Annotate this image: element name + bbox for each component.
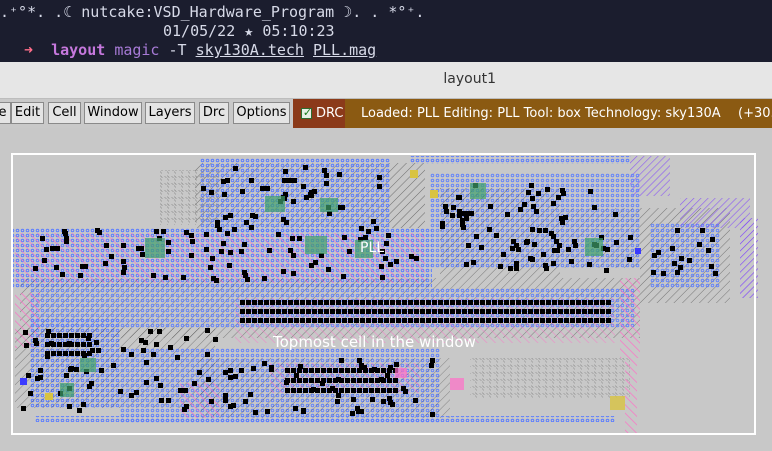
cell-bounding-box[interactable] [11,153,756,435]
drc-toggle-label: DRC [316,106,344,121]
cell-name-label: PLL [360,240,385,256]
menu-window[interactable]: Window [84,102,142,124]
prompt-arrow-icon: ➜ [24,41,34,59]
window-titlebar[interactable]: layout1 [0,62,772,99]
menu-drc[interactable]: Drc [199,102,229,124]
menu-edit[interactable]: Edit [11,102,44,124]
menu-options[interactable]: Options [233,102,290,124]
status-text: Loaded: PLL Editing: PLL Tool: box Techn… [361,106,721,121]
command-program: magic [114,41,160,59]
drc-checkbox[interactable]: ✓ [301,106,313,119]
terminal-datetime-line: 01/05/22 ★ 05:10:23 [163,22,335,40]
drc-toggle-button[interactable]: ✓ DRC [293,99,345,128]
window-title: layout1 [443,71,496,87]
topmost-cell-label: Topmost cell in the window [273,333,476,351]
command-name: layout [51,41,106,59]
cursor-coords: (+30. [738,106,772,121]
command-flag: -T [168,41,187,59]
tech-file-arg: sky130A.tech [195,41,304,59]
terminal-pane: .⁺°*. .☾ nutcake:VSD_Hardware_Program ☽.… [0,0,772,62]
mag-file-arg: PLL.mag [313,41,377,59]
terminal-command-line: ➜ layout magic -T sky130A.tech PLL.mag [24,41,376,59]
menu-layers[interactable]: Layers [145,102,195,124]
layout-canvas[interactable]: PLL Topmost cell in the window [0,128,772,451]
menu-file[interactable]: e [0,102,11,124]
checkmark-icon: ✓ [302,106,313,119]
menu-cell[interactable]: Cell [48,102,81,124]
terminal-hostname-line: .⁺°*. .☾ nutcake:VSD_Hardware_Program ☽.… [0,3,425,21]
menu-bar: e Edit Cell Window Layers Drc Options ✓ … [0,99,772,128]
status-bar: Loaded: PLL Editing: PLL Tool: box Techn… [345,99,772,128]
